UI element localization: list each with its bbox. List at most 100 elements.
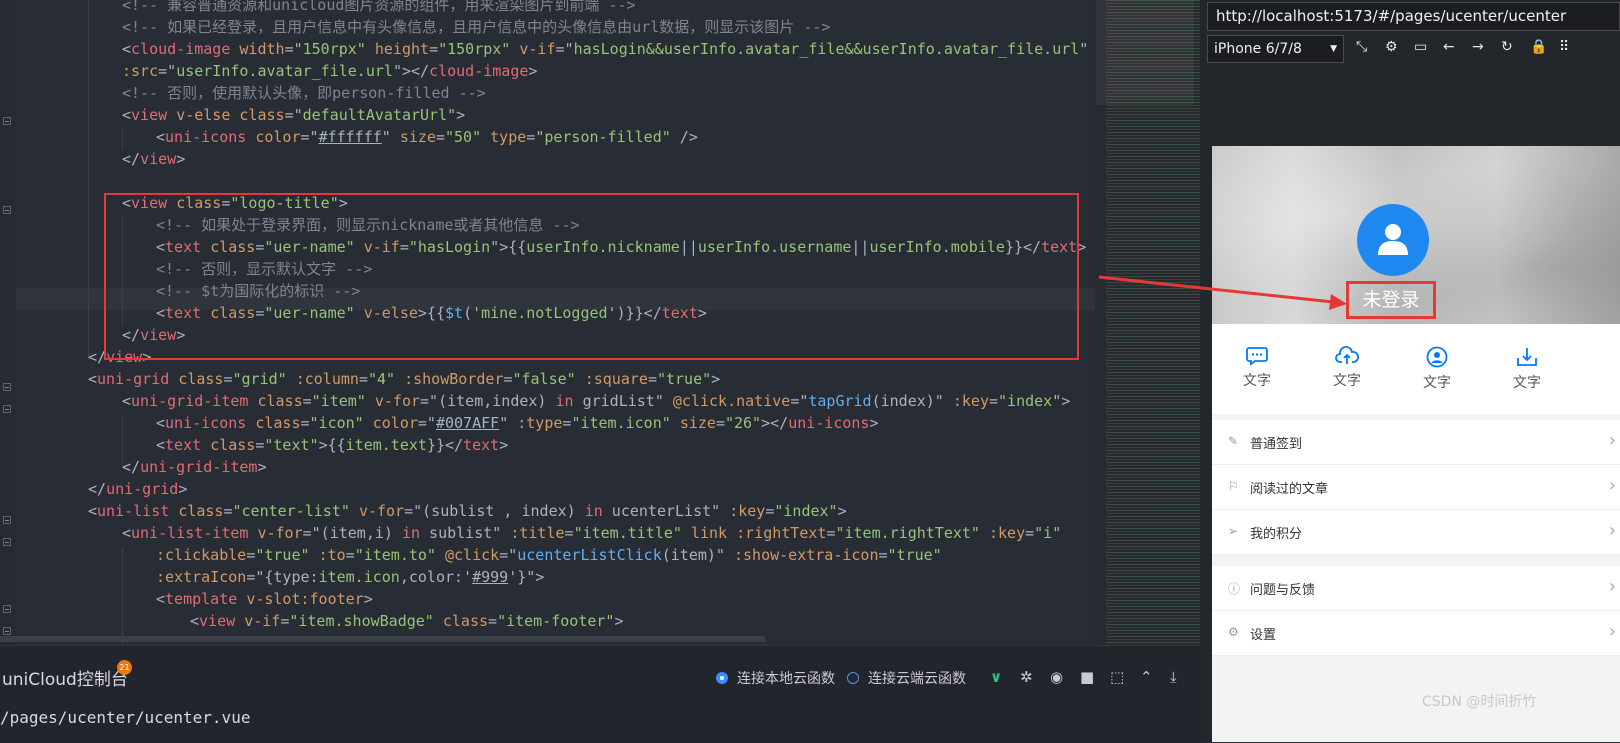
local-function-radio[interactable] <box>716 672 728 684</box>
fold-marker[interactable] <box>3 516 11 524</box>
code-token: class <box>257 392 303 410</box>
stop-icon[interactable]: ■ <box>1080 668 1094 686</box>
fold-marker[interactable] <box>3 627 11 635</box>
avatar[interactable] <box>1357 204 1429 276</box>
code-token: "item.icon" <box>571 414 671 432</box>
minimap-viewport[interactable] <box>1096 0 1194 105</box>
fold-marker[interactable] <box>3 383 11 391</box>
code-line[interactable]: :extraIcon="{type:item.icon,color:'#999'… <box>156 566 544 588</box>
back-icon[interactable]: ← <box>1443 39 1455 55</box>
record-icon[interactable]: ◉ <box>1050 668 1063 686</box>
code-token: :square <box>584 370 648 388</box>
cloud-function-label[interactable]: 连接云端云函数 <box>868 668 966 688</box>
grid-item[interactable]: 文字 <box>1497 346 1557 392</box>
code-token: v-if <box>519 40 556 58</box>
fold-marker[interactable] <box>3 117 11 125</box>
code-token: "index" <box>774 502 838 520</box>
chat-icon <box>1246 347 1268 366</box>
code-token: > <box>456 106 466 124</box>
chevron-down-icon: ▼ <box>1330 44 1337 54</box>
code-token: = <box>429 40 439 58</box>
code-token: = <box>302 392 312 410</box>
code-token: > <box>176 150 186 168</box>
fold-marker[interactable] <box>3 206 11 214</box>
device-select[interactable]: iPhone 6/7/8 ▼ <box>1207 35 1344 63</box>
code-line[interactable]: <uni-list-item v-for="(item,i) in sublis… <box>122 522 1061 544</box>
code-line[interactable]: :clickable="true" :to="item.to" @click="… <box>156 544 942 566</box>
code-token: "defaultAvatarUrl" <box>293 106 457 124</box>
code-line[interactable]: <view v-if="item.showBadge" class="item-… <box>190 610 624 632</box>
grid-item[interactable]: 文字 <box>1407 346 1467 392</box>
grid-item[interactable]: 文字 <box>1317 346 1377 390</box>
code-token: text <box>463 436 500 454</box>
code-token: view <box>199 612 236 630</box>
horizontal-scrollbar[interactable] <box>0 636 765 642</box>
code-line[interactable]: <view v-else class="defaultAvatarUrl"> <box>122 104 465 126</box>
clear-icon[interactable]: ⤓ <box>1170 668 1177 686</box>
code-token: " <box>1079 40 1089 58</box>
code-token: =" <box>555 40 574 58</box>
settings-icon[interactable]: ⚙ <box>1385 39 1398 55</box>
list-item[interactable]: ⚙ 设置 › <box>1212 611 1620 656</box>
list-item[interactable]: ⓘ 问题与反馈 › <box>1212 566 1620 611</box>
export-icon[interactable]: ⬚ <box>1110 668 1124 686</box>
code-token: = <box>246 546 256 564</box>
code-line[interactable]: <uni-grid-item class="item" v-for="(item… <box>122 390 1070 412</box>
lock-icon[interactable]: 🔒 <box>1530 39 1547 55</box>
code-token: class <box>210 436 256 454</box>
code-line[interactable]: <!-- 兼容普通资源和unicloud图片资源的组件，用来渲染图片到前端 --… <box>122 0 636 16</box>
code-token: "item.showBadge" <box>289 612 434 630</box>
code-token: class <box>442 612 489 630</box>
rotate-icon[interactable]: ⤡ <box>1356 39 1367 55</box>
console-icon[interactable]: ▭ <box>1414 39 1427 55</box>
code-token: uni-icons <box>165 414 247 432</box>
fold-marker[interactable] <box>3 538 11 546</box>
code-line[interactable]: <cloud-image width="150rpx" height="150r… <box>122 38 1088 60</box>
code-editor[interactable]: <!-- 兼容普通资源和unicloud图片资源的组件，用来渲染图片到前端 --… <box>0 0 1095 645</box>
code-token: "person-filled" <box>535 128 671 146</box>
local-function-label[interactable]: 连接本地云函数 <box>737 668 835 688</box>
debug-icon[interactable]: ✲ <box>1020 668 1033 686</box>
code-token: class <box>178 370 224 388</box>
forward-icon[interactable]: → <box>1472 39 1484 55</box>
code-line[interactable]: </uni-grid> <box>88 478 187 500</box>
code-token: > <box>178 480 188 498</box>
code-line[interactable]: <template v-slot:footer> <box>156 588 373 610</box>
cloud-function-radio[interactable] <box>847 672 859 684</box>
grid-item[interactable]: 文字 <box>1227 346 1287 390</box>
list-item[interactable]: ⚐ 阅读过的文章 › <box>1212 465 1620 510</box>
not-logged-label[interactable]: 未登录 <box>1346 281 1436 319</box>
code-line[interactable]: :src="userInfo.avatar_file.url"></cloud-… <box>122 60 537 82</box>
list-item[interactable]: ➢ 我的积分 › <box>1212 510 1620 555</box>
chevron-up-icon[interactable]: ⌃ <box>1140 668 1153 686</box>
code-line[interactable]: <!-- 否则，使用默认头像，即person-filled --> <box>122 82 486 104</box>
url-bar[interactable]: http://localhost:5173/#/pages/ucenter/uc… <box>1207 2 1620 31</box>
code-line[interactable]: <uni-icons color="#ffffff" size="50" typ… <box>156 126 698 148</box>
console-title[interactable]: uniCloud控制台 <box>2 665 128 690</box>
list-item[interactable]: ✎ 普通签到 › <box>1212 420 1620 465</box>
code-line[interactable]: <!-- 如果已经登录，且用户信息中有头像信息，且用户信息中的头像信息由url数… <box>122 16 830 38</box>
check-icon[interactable]: ∨ <box>990 668 1002 686</box>
code-token: :src <box>122 62 159 80</box>
code-token: @click <box>445 546 500 564</box>
code-line[interactable]: </view> <box>122 148 185 170</box>
code-token: v-slot:footer <box>246 590 364 608</box>
code-line[interactable]: <uni-icons class="icon" color="#007AFF" … <box>156 412 879 434</box>
code-line[interactable]: </uni-grid-item> <box>122 456 267 478</box>
code-token: < <box>156 414 166 432</box>
code-line[interactable]: <uni-list class="center-list" v-for="(su… <box>88 500 847 522</box>
refresh-icon[interactable]: ↻ <box>1501 39 1513 55</box>
fold-gutter <box>0 0 16 645</box>
code-line[interactable]: <text class="text">{{item.text}}</text> <box>156 434 508 456</box>
code-token: cloud-image <box>131 40 231 58</box>
code-token: = <box>358 370 368 388</box>
fold-marker[interactable] <box>3 405 11 413</box>
code-line[interactable]: <uni-grid class="grid" :column="4" :show… <box>88 368 720 390</box>
fold-marker[interactable] <box>3 605 11 613</box>
more-icon[interactable]: ⠿ <box>1559 39 1569 55</box>
code-token: :show-extra-icon <box>734 546 879 564</box>
